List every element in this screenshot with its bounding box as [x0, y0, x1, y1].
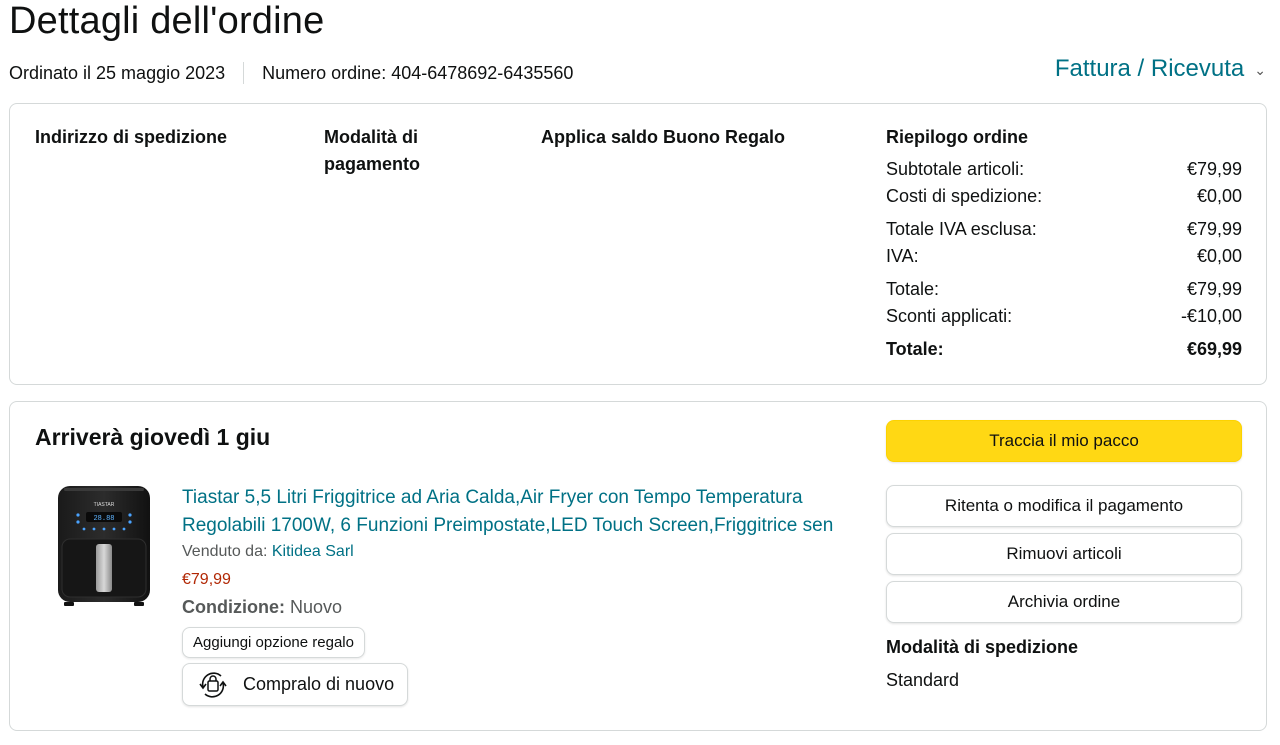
buy-again-label[interactable]: Compralo di nuovo — [243, 674, 394, 695]
summary-label: Totale IVA esclusa: — [886, 219, 1037, 239]
order-summary-heading: Riepilogo ordine — [886, 127, 1028, 147]
meta-divider — [243, 62, 245, 84]
sold-by-label: Venduto da: — [182, 543, 268, 560]
summary-value: €0,00 — [1196, 186, 1242, 206]
brand-label: TIASTAR — [94, 502, 115, 508]
payment-method-heading: Modalità di pagamento — [324, 124, 420, 178]
add-gift-option-button[interactable]: Aggiungi opzione regalo — [182, 627, 365, 658]
gift-balance-heading: Applica saldo Buono Regalo — [541, 127, 786, 147]
archive-order-button[interactable]: Archivia ordine — [886, 581, 1242, 623]
summary-label: Costi di spedizione: — [886, 186, 1043, 206]
summary-row-vat: IVA: €0,00 — [886, 243, 1242, 270]
summary-value: €79,99 — [1186, 159, 1242, 179]
product-condition: Condizione: Nuovo — [182, 597, 342, 618]
seller-link[interactable]: Kitidea Sarl — [272, 543, 354, 560]
track-package-button[interactable]: Traccia il mio pacco — [886, 420, 1242, 462]
arrival-heading: Arriverà giovedì 1 giu — [35, 424, 271, 450]
payment-method-heading-line2: pagamento — [324, 154, 421, 174]
summary-value: €79,99 — [1186, 279, 1242, 299]
summary-value: -€10,00 — [1180, 306, 1242, 326]
shipping-address-heading: Indirizzo di spedizione — [35, 127, 228, 147]
invoice-link-label[interactable]: Fattura / Ricevuta — [1055, 55, 1244, 83]
display-readout: 28.88 — [93, 515, 114, 523]
summary-label: Totale: — [886, 339, 944, 359]
invoice-dropdown[interactable]: Fattura / Ricevuta ⌄ — [1055, 55, 1266, 83]
condition-label: Condizione: — [182, 597, 285, 617]
condition-value: Nuovo — [290, 597, 343, 617]
summary-row-shipping: Costi di spedizione: €0,00 — [886, 183, 1242, 210]
order-date: Ordinato il 25 maggio 2023 — [9, 62, 226, 83]
page-title: Dettagli dell'ordine — [9, 0, 325, 42]
summary-row-total: Totale: €79,99 — [886, 276, 1242, 303]
air-fryer-image[interactable]: TIASTAR 28.88 — [54, 484, 154, 608]
summary-label: Totale: — [886, 279, 940, 299]
summary-label: IVA: — [886, 246, 919, 266]
summary-value: €69,99 — [1186, 339, 1242, 359]
summary-row-total-ex-vat: Totale IVA esclusa: €79,99 — [886, 216, 1242, 243]
order-summary-box: Indirizzo di spedizione Modalità di paga… — [9, 103, 1267, 385]
seller-line: Venduto da: Kitidea Sarl — [182, 543, 354, 561]
product-title-link[interactable]: Tiastar 5,5 Litri Friggitrice ad Aria Ca… — [182, 484, 852, 540]
chevron-down-icon[interactable]: ⌄ — [1254, 62, 1266, 79]
summary-row-discounts: Sconti applicati: -€10,00 — [886, 303, 1242, 330]
shipment-box: Arriverà giovedì 1 giu TIASTAR 28.88 Tia… — [9, 401, 1267, 731]
remove-items-button[interactable]: Rimuovi articoli — [886, 533, 1242, 575]
summary-row-subtotal: Subtotale articoli: €79,99 — [886, 156, 1242, 183]
order-meta: Ordinato il 25 maggio 2023 Numero ordine… — [9, 62, 573, 84]
shipping-mode-value: Standard — [886, 670, 960, 690]
shipping-mode-heading: Modalità di spedizione — [886, 637, 1079, 657]
summary-row-grand-total: Totale: €69,99 — [886, 336, 1242, 363]
buy-again-button[interactable]: Compralo di nuovo — [182, 663, 408, 706]
rebuy-icon[interactable] — [195, 667, 231, 703]
payment-method-heading-line1: Modalità di — [324, 127, 418, 147]
order-number: Numero ordine: 404-6478692-6435560 — [262, 62, 574, 83]
summary-label: Subtotale articoli: — [886, 159, 1025, 179]
summary-label: Sconti applicati: — [886, 306, 1013, 326]
summary-value: €0,00 — [1196, 246, 1242, 266]
order-summary-rows: Subtotale articoli: €79,99 Costi di sped… — [886, 156, 1242, 363]
product-price: €79,99 — [182, 571, 231, 588]
retry-payment-button[interactable]: Ritenta o modifica il pagamento — [886, 485, 1242, 527]
summary-value: €79,99 — [1186, 219, 1242, 239]
